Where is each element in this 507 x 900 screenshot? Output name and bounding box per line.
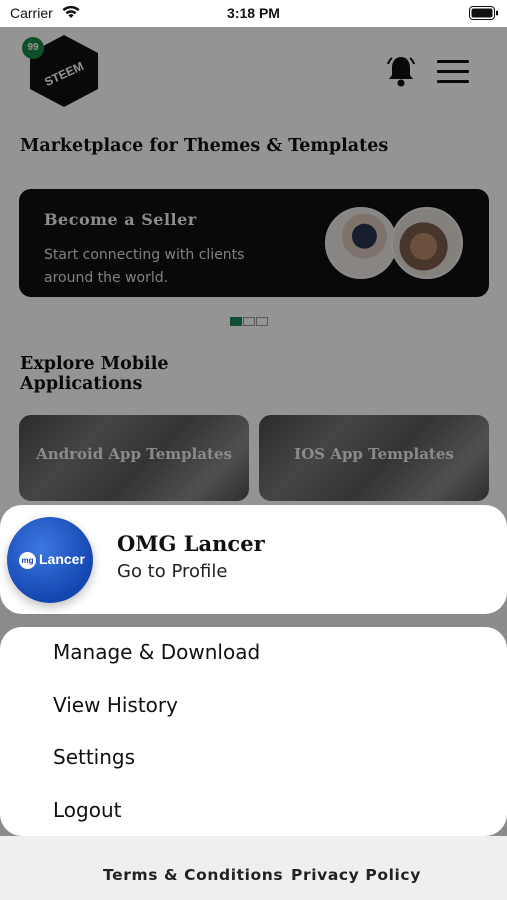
status-bar: Carrier 3:18 PM [0, 0, 507, 27]
menu-item-view-history[interactable]: View History [53, 693, 178, 717]
menu-item-logout[interactable]: Logout [53, 798, 121, 822]
profile-avatar[interactable]: mg Lancer [7, 517, 93, 603]
terms-link[interactable]: Terms & Conditions [103, 866, 283, 884]
profile-name: OMG Lancer [117, 531, 265, 556]
account-menu: Manage & Download View History Settings … [0, 627, 507, 836]
go-to-profile-link[interactable]: Go to Profile [117, 561, 227, 582]
battery-icon [469, 6, 498, 20]
privacy-link[interactable]: Privacy Policy [291, 866, 421, 884]
menu-item-manage-download[interactable]: Manage & Download [53, 640, 260, 664]
menu-item-settings[interactable]: Settings [53, 745, 135, 769]
avatar-mark: mg [19, 552, 36, 569]
profile-card[interactable]: mg Lancer OMG Lancer Go to Profile [0, 505, 507, 614]
clock: 3:18 PM [227, 5, 280, 21]
avatar-text: Lancer [39, 551, 85, 567]
